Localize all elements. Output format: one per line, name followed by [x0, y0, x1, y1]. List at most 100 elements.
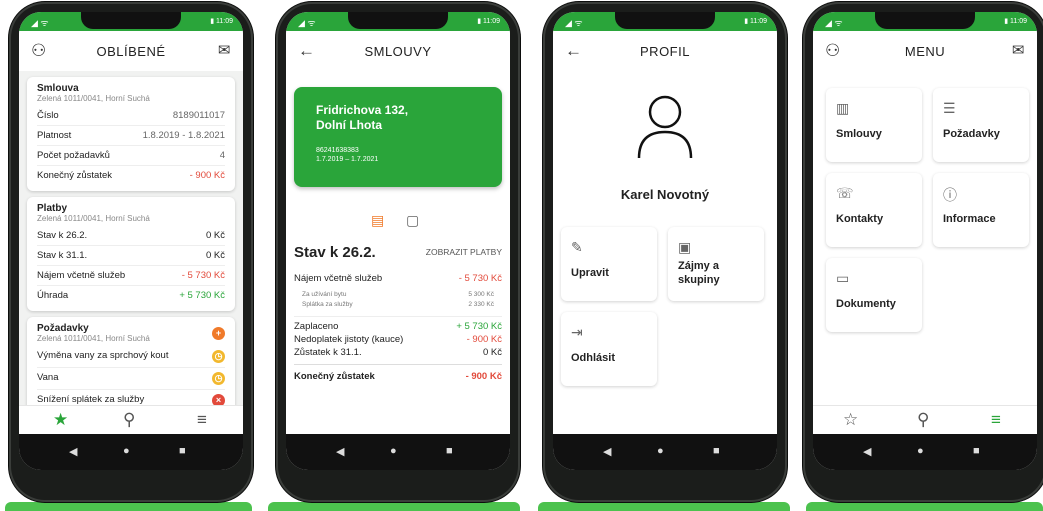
clipboard-icon: ▣	[678, 239, 692, 255]
balance-row: Nájem včetně služeb - 5 730 Kč	[294, 273, 502, 284]
favorites-list: Smlouva Zelená 1011/0041, Horní Suchá Čí…	[19, 71, 243, 423]
balance-row: Nedoplatek jistoty (kauce) - 900 Kč	[294, 334, 502, 345]
search-icon[interactable]: ⚲	[917, 410, 929, 430]
user-name: Karel Novotný	[620, 187, 710, 202]
document-tab-icon[interactable]: ▢	[406, 212, 419, 229]
star-icon[interactable]: ★	[53, 410, 68, 430]
menu-tile-information[interactable]: ⓘ Informace	[933, 173, 1029, 247]
avatar	[637, 95, 693, 159]
phone-icon: ☏	[836, 185, 854, 201]
signal-wifi-icon: ◢ ᯤ	[825, 18, 843, 28]
status-time: ▮ 11:09	[477, 18, 500, 25]
recents-square-icon[interactable]: ■	[973, 445, 980, 457]
info-row: Počet požadavků 4	[37, 146, 225, 166]
payments-tab-icon[interactable]: ▤	[371, 212, 384, 229]
app-bar: ⚇ MENU ✉	[813, 31, 1037, 71]
ground-strip	[5, 502, 252, 511]
contract-banner[interactable]: Fridrichova 132, Dolní Lhota 86241638383…	[294, 87, 502, 187]
info-row: Úhrada + 5 730 Kč	[37, 290, 225, 301]
page-title: PROFIL	[640, 43, 690, 59]
recents-square-icon[interactable]: ■	[713, 445, 720, 457]
final-balance-row: Konečný zůstatek - 900 Kč	[294, 371, 502, 382]
back-triangle-icon[interactable]: ◀	[69, 445, 77, 458]
menu-tile-requests[interactable]: ☰ Požadavky	[933, 88, 1029, 162]
status-bar: ◢ ᯤ ▮ 11:09	[553, 12, 777, 31]
contract-period: 1.7.2019 – 1.7.2021	[316, 156, 379, 163]
mail-icon[interactable]: ✉	[218, 41, 231, 59]
back-triangle-icon[interactable]: ◀	[336, 445, 344, 458]
menu-icon[interactable]: ≡	[197, 410, 207, 430]
phone-profile: ◢ ᯤ ▮ 11:09 ← PROFIL Karel Novotný ✎ Upr…	[543, 2, 787, 502]
contract-address-line2: Dolní Lhota	[316, 118, 382, 132]
bottom-nav: ☆ ⚲ ≡	[813, 405, 1037, 434]
folder-icon: ▭	[836, 270, 850, 286]
back-triangle-icon[interactable]: ◀	[863, 445, 871, 458]
home-circle-icon[interactable]: ●	[657, 445, 664, 457]
interests-groups-tile[interactable]: ▣ Zájmy a skupiny	[668, 227, 764, 301]
balance-title: Stav k 26.2.	[294, 244, 376, 261]
star-icon[interactable]: ☆	[843, 410, 858, 430]
add-request-icon[interactable]: +	[212, 327, 225, 340]
app-bar: ← SMLOUVY	[286, 31, 510, 71]
screen: ◢ ᯤ ▮ 11:09 ← PROFIL Karel Novotný ✎ Upr…	[553, 12, 777, 470]
back-arrow-icon[interactable]: ←	[565, 41, 583, 61]
payments-card[interactable]: Platby Zelená 1011/0041, Horní Suchá Sta…	[27, 197, 235, 311]
system-nav-bar: ◀ ● ■	[553, 434, 777, 470]
camera-notch	[615, 12, 715, 29]
screen: ◢ ᯤ ▮ 11:09 ← SMLOUVY Fridrichova 132, D…	[286, 12, 510, 470]
home-circle-icon[interactable]: ●	[390, 445, 397, 457]
back-triangle-icon[interactable]: ◀	[603, 445, 611, 458]
screen: ◢ ᯤ ▮ 11:09 ⚇ OBLÍBENÉ ✉ Smlouva Zelená …	[19, 12, 243, 470]
logout-tile[interactable]: ⇥ Odhlásit	[561, 312, 657, 386]
menu-tile-contracts[interactable]: ▥ Smlouvy	[826, 88, 922, 162]
recents-square-icon[interactable]: ■	[179, 445, 186, 457]
system-nav-bar: ◀ ● ■	[813, 434, 1037, 470]
info-row: Stav k 26.2. 0 Kč	[37, 226, 225, 246]
home-circle-icon[interactable]: ●	[917, 445, 924, 457]
menu-tile-contacts[interactable]: ☏ Kontakty	[826, 173, 922, 247]
status-time: ▮ 11:09	[1004, 18, 1027, 25]
system-nav-bar: ◀ ● ■	[19, 434, 243, 470]
contract-number: 86241638383	[316, 147, 359, 154]
contract-card[interactable]: Smlouva Zelená 1011/0041, Horní Suchá Čí…	[27, 77, 235, 191]
status-bar: ◢ ᯤ ▮ 11:09	[19, 12, 243, 31]
menu-icon[interactable]: ≡	[991, 410, 1001, 430]
logout-icon: ⇥	[571, 324, 583, 340]
user-icon[interactable]: ⚇	[31, 41, 47, 61]
ground-strip	[806, 502, 1043, 511]
camera-notch	[81, 12, 181, 29]
recents-square-icon[interactable]: ■	[446, 445, 453, 457]
ground-strip	[268, 502, 520, 511]
info-row: Konečný zůstatek - 900 Kč	[37, 170, 225, 181]
card-title: Platby	[37, 203, 68, 214]
search-icon[interactable]: ⚲	[123, 410, 135, 430]
requests-card[interactable]: Požadavky Zelená 1011/0041, Horní Suchá …	[27, 317, 235, 417]
status-bar: ◢ ᯤ ▮ 11:09	[813, 12, 1037, 31]
info-row: Nájem včetně služeb - 5 730 Kč	[37, 266, 225, 286]
user-icon[interactable]: ⚇	[825, 41, 841, 61]
app-bar: ← PROFIL	[553, 31, 777, 71]
balance-row: Zaplaceno + 5 730 Kč	[294, 321, 502, 332]
edit-tile[interactable]: ✎ Upravit	[561, 227, 657, 301]
status-time: ▮ 11:09	[210, 18, 233, 25]
help-icon: ⓘ	[943, 187, 957, 203]
card-title: Smlouva	[37, 83, 79, 94]
request-item[interactable]: Výměna vany za sprchový kout ◷	[37, 346, 225, 368]
menu-tile-documents[interactable]: ▭ Dokumenty	[826, 258, 922, 332]
clock-icon: ◷	[212, 350, 225, 363]
contract-address-line1: Fridrichova 132,	[316, 103, 409, 117]
card-address: Zelená 1011/0041, Horní Suchá	[37, 334, 150, 343]
page-title: SMLOUVY	[364, 43, 432, 59]
camera-notch	[875, 12, 975, 29]
phone-menu: ◢ ᯤ ▮ 11:09 ⚇ MENU ✉ ▥ Smlouvy ☰ Požadav…	[803, 2, 1043, 502]
ground-strip	[538, 502, 790, 511]
home-circle-icon[interactable]: ●	[123, 445, 130, 457]
show-payments-link[interactable]: ZOBRAZIT PLATBY	[426, 247, 502, 257]
screen: ◢ ᯤ ▮ 11:09 ⚇ MENU ✉ ▥ Smlouvy ☰ Požadav…	[813, 12, 1037, 470]
mail-icon[interactable]: ✉	[1012, 41, 1025, 59]
back-arrow-icon[interactable]: ←	[298, 41, 316, 61]
system-nav-bar: ◀ ● ■	[286, 434, 510, 470]
inbox-icon: ☰	[943, 100, 956, 116]
app-bar: ⚇ OBLÍBENÉ ✉	[19, 31, 243, 71]
request-item[interactable]: Vana ◷	[37, 368, 225, 390]
